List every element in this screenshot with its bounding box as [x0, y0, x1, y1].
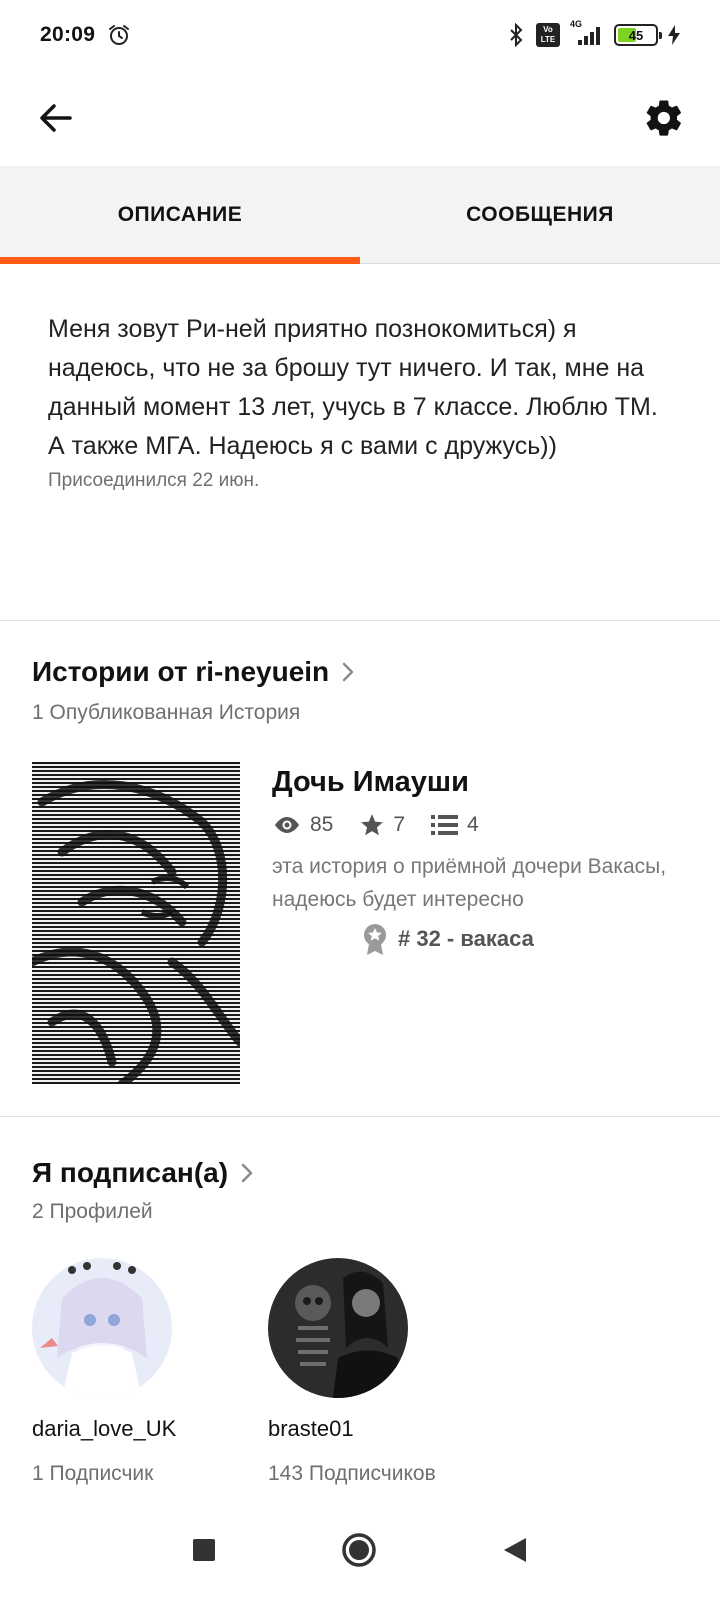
about-text: Меня зовут Ри-ней приятно познокомиться)…	[48, 315, 658, 460]
status-time: 20:09	[40, 23, 96, 46]
battery-indicator: 45	[614, 24, 662, 46]
profile-followers: 143 Подписчиков	[268, 1462, 436, 1485]
chevron-right-icon	[241, 1163, 253, 1183]
profile-followers: 1 Подписчик	[32, 1462, 154, 1485]
home-icon[interactable]	[341, 1532, 377, 1568]
back-triangle-icon[interactable]	[502, 1536, 528, 1564]
story-stats: 85 7 4	[272, 812, 692, 838]
about-section: Меня зовут Ри-ней приятно познокомиться)…	[48, 310, 678, 492]
stories-section-title: Истории от ri-neyuein	[32, 656, 330, 687]
story-description: эта история о приёмной дочери Вакасы, на…	[272, 855, 667, 911]
tab-bar: ОПИСАНИЕ СООБЩЕНИЯ	[0, 166, 720, 264]
settings-button[interactable]	[638, 92, 690, 144]
divider	[0, 1116, 720, 1117]
status-bar: 20:09 Vo LTE 4G 45	[0, 0, 720, 70]
status-icons: Vo LTE 4G 45	[506, 19, 680, 47]
story-info: Дочь Имауши 85 7 4 эта история о приёмно…	[272, 762, 692, 956]
list-icon	[431, 815, 459, 835]
alarm-icon	[109, 25, 130, 45]
stories-section-subtitle: 1 Опубликованная История	[32, 701, 301, 724]
stories-section-header[interactable]: Истории от ri-neyuein	[32, 656, 355, 688]
following-section-title: Я подписан(а)	[32, 1157, 229, 1188]
profile-card[interactable]: daria_love_UK 1 Подписчик	[32, 1258, 272, 1488]
parts-stat: 4	[431, 813, 479, 837]
following-section-subtitle: 2 Профилей	[32, 1200, 153, 1223]
avatar[interactable]	[32, 1258, 172, 1398]
volte-icon: Vo LTE	[536, 23, 560, 47]
eye-icon	[275, 817, 299, 833]
divider	[0, 620, 720, 621]
views-stat: 85	[272, 813, 333, 837]
votes-stat: 7	[359, 812, 405, 838]
votes-count: 7	[393, 813, 406, 836]
system-nav-bar	[0, 1500, 720, 1600]
gear-icon	[646, 100, 681, 136]
profile-card[interactable]: braste01 143 Подписчиков	[268, 1258, 508, 1488]
back-arrow-icon	[40, 104, 72, 132]
signal-icon: 4G	[570, 19, 604, 47]
avatar[interactable]	[268, 1258, 408, 1398]
star-icon	[361, 814, 384, 836]
recents-icon[interactable]	[192, 1538, 216, 1562]
following-section-header[interactable]: Я подписан(а)	[32, 1157, 254, 1189]
tab-messages[interactable]: СООБЩЕНИЯ	[360, 166, 720, 263]
joined-date: Присоединился 22 июн.	[48, 470, 260, 491]
charging-icon	[668, 25, 680, 45]
back-button[interactable]	[30, 92, 82, 144]
views-count: 85	[310, 813, 334, 836]
medal-icon	[364, 924, 386, 955]
toolbar	[0, 70, 720, 166]
story-rank[interactable]: # 32 - вакаса	[362, 922, 692, 956]
profile-name[interactable]: daria_love_UK	[32, 1416, 272, 1442]
profile-name[interactable]: braste01	[268, 1416, 508, 1442]
tab-description[interactable]: ОПИСАНИЕ	[0, 166, 360, 264]
parts-count: 4	[467, 813, 479, 836]
story-cover-image[interactable]	[32, 762, 240, 1084]
story-title[interactable]: Дочь Имауши	[272, 762, 692, 802]
bluetooth-icon	[510, 23, 523, 47]
rank-label: # 32 - вакаса	[398, 926, 534, 951]
chevron-right-icon	[342, 662, 354, 682]
